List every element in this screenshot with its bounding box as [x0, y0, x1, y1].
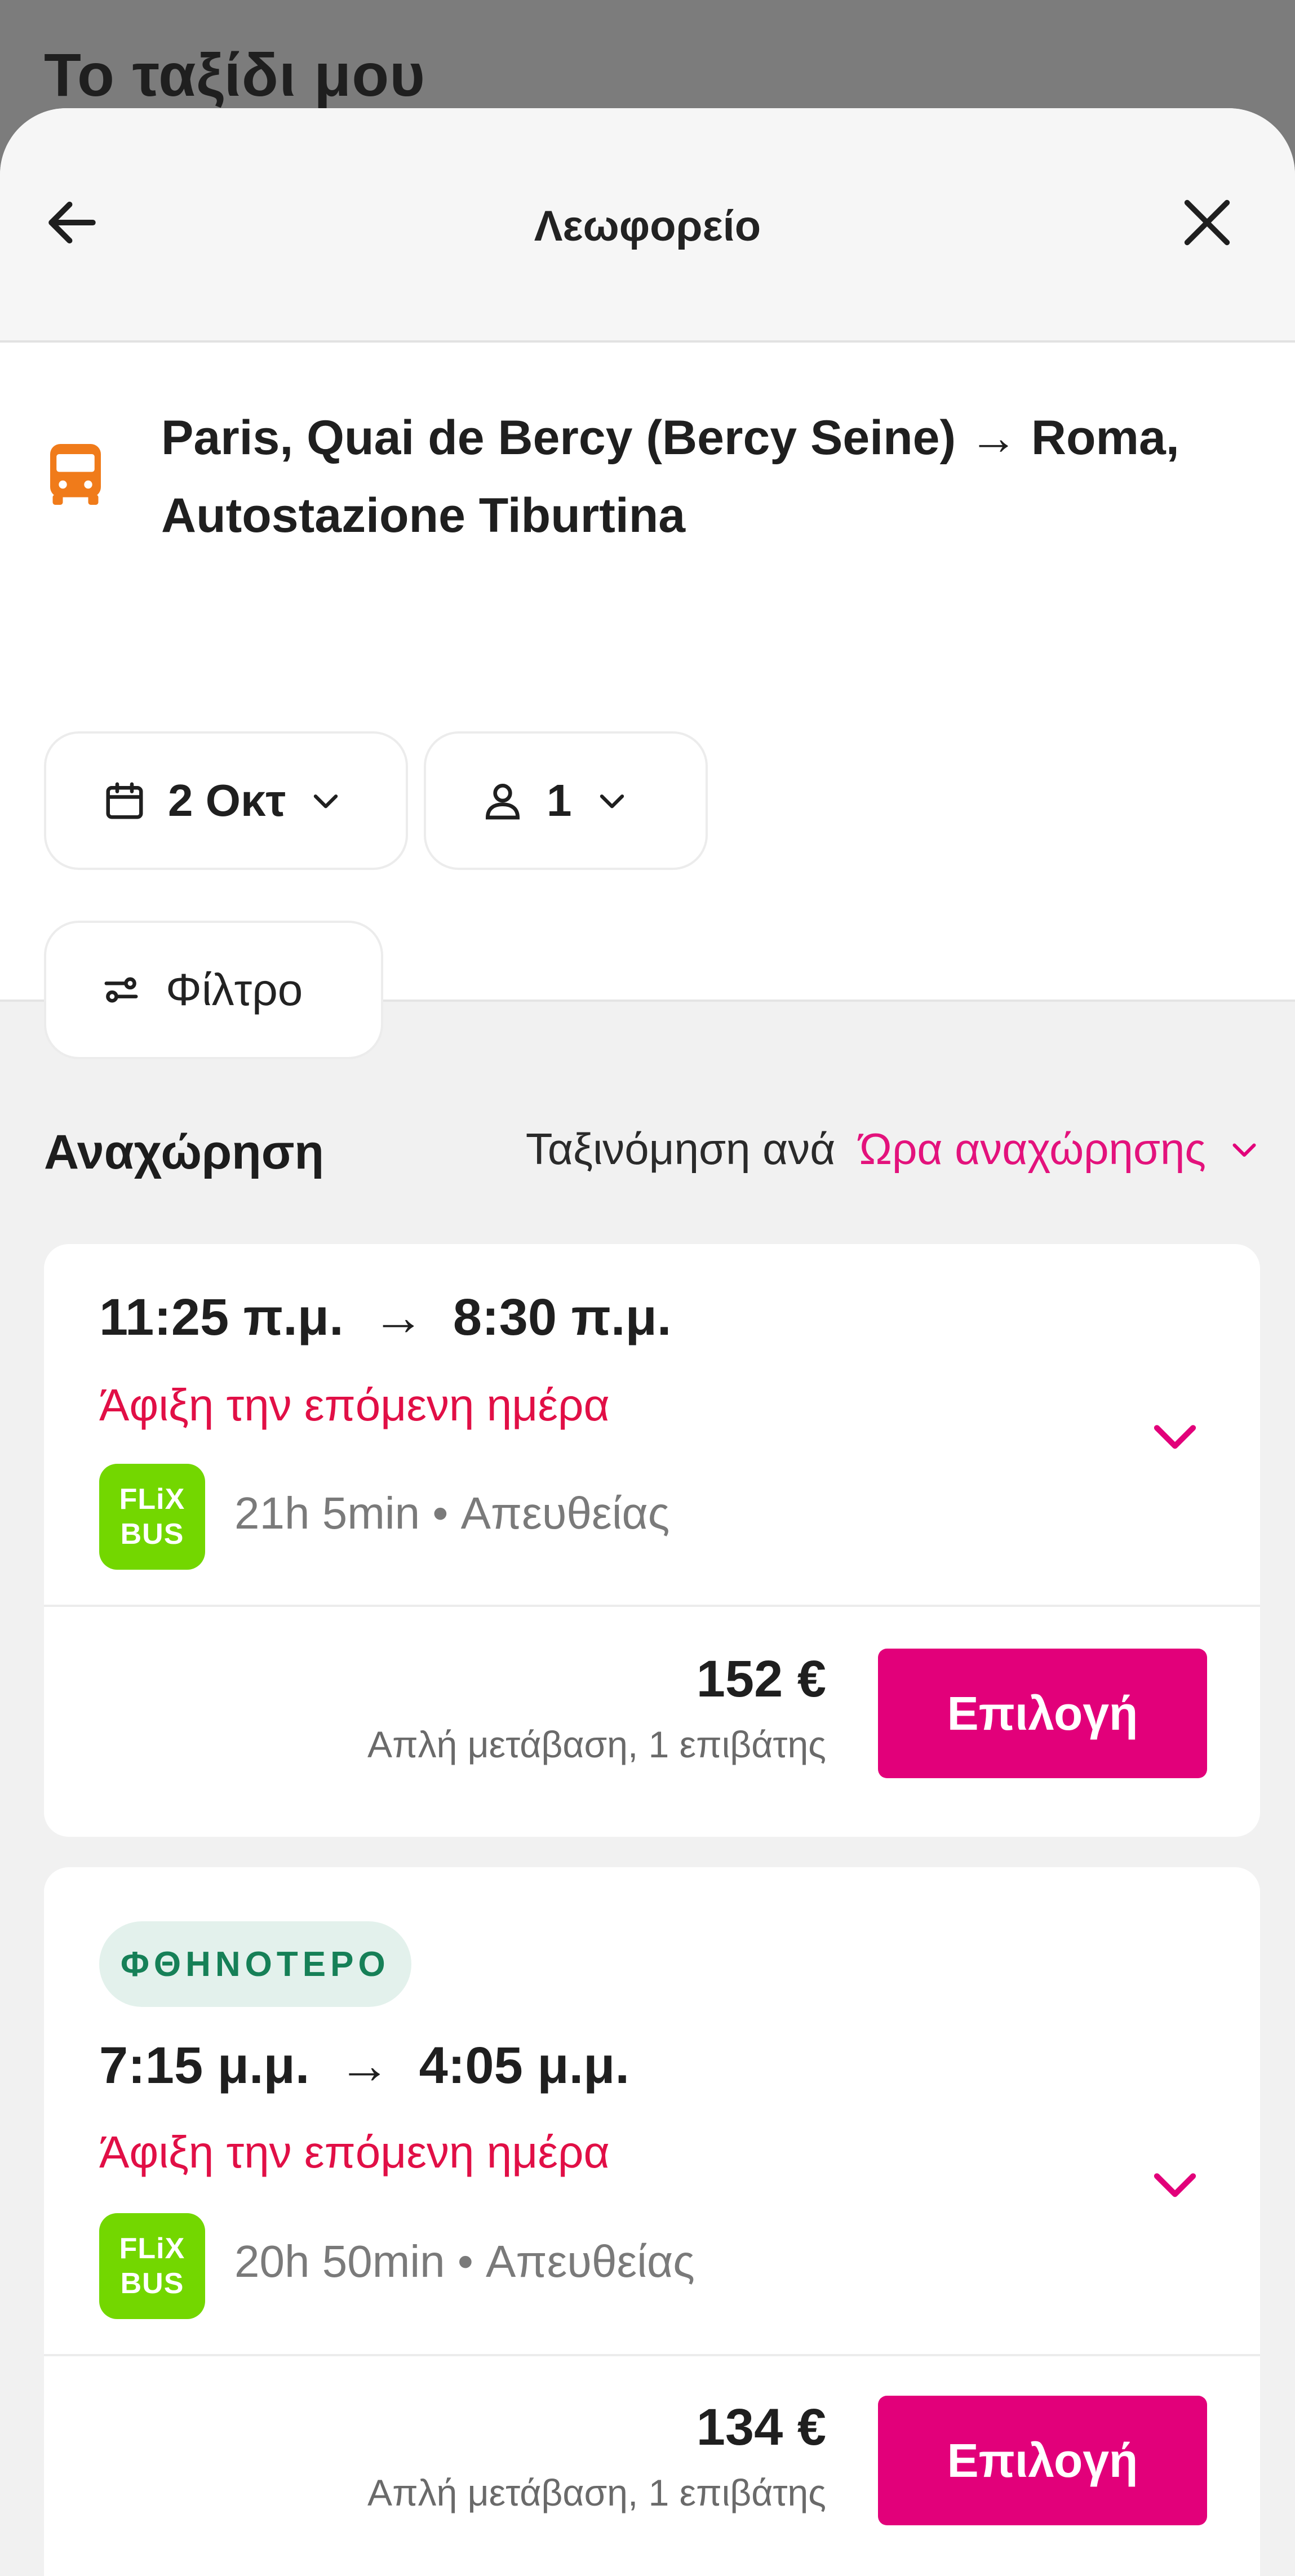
- filter-button[interactable]: Φίλτρο: [44, 921, 383, 1059]
- chevron-down-icon: [314, 794, 338, 809]
- trip-price: 152 €: [696, 1650, 826, 1708]
- cheapest-badge: ΦΘΗΝΟΤΕΡΟ: [99, 1921, 411, 2007]
- sort-value: Ώρα αναχώρησης: [859, 1124, 1206, 1174]
- chevron-down-icon: [1154, 2173, 1196, 2197]
- bus-results-sheet: Λεωφορείο Paris, Quai de Bercy (Bercy Se…: [0, 108, 1295, 2576]
- close-button[interactable]: [1174, 190, 1240, 255]
- chevron-down-icon: [600, 794, 624, 809]
- bus-icon: [50, 444, 101, 505]
- select-trip-button[interactable]: Επιλογή: [878, 2396, 1207, 2525]
- chevron-down-icon: [1232, 1143, 1256, 1157]
- calendar-icon: [106, 782, 143, 819]
- logo-line-1: FLiX: [119, 1483, 185, 1516]
- filter-label: Φίλτρο: [166, 965, 303, 1015]
- expand-trip-button[interactable]: [1138, 1407, 1212, 1464]
- trip-times: 11:25 π.μ. → 8:30 π.μ.: [99, 1289, 672, 1346]
- flixbus-logo: FLiX BUS: [99, 2213, 205, 2319]
- route-title: Paris, Quai de Bercy (Bercy Seine) → Rom…: [161, 411, 1179, 543]
- trip-card[interactable]: 11:25 π.μ. → 8:30 π.μ. Άφιξη την επόμενη…: [44, 1244, 1260, 1837]
- sort-prefix: Ταξινόμηση ανά: [525, 1124, 836, 1174]
- search-panel: Paris, Quai de Bercy (Bercy Seine) → Rom…: [0, 343, 1295, 1059]
- chevron-down-icon: [1154, 1425, 1196, 1449]
- logo-line-2: BUS: [120, 2267, 184, 2300]
- trip-duration: 20h 50min • Απευθείας: [234, 2236, 695, 2286]
- logo-line-1: FLiX: [119, 2232, 185, 2265]
- expand-trip-button[interactable]: [1138, 2156, 1212, 2212]
- backdrop-page-title: Το ταξίδι μου: [44, 41, 426, 109]
- date-selector[interactable]: 2 Οκτ: [44, 731, 408, 870]
- card-divider: [44, 2354, 1260, 2356]
- results-heading: Αναχώρηση: [44, 1125, 325, 1179]
- select-trip-button[interactable]: Επιλογή: [878, 1649, 1207, 1778]
- sheet-title: Λεωφορείο: [534, 202, 761, 250]
- passengers-selector[interactable]: 1: [424, 731, 708, 870]
- card-divider: [44, 1605, 1260, 1607]
- trip-price: 134 €: [696, 2399, 826, 2456]
- passengers-label: 1: [547, 775, 572, 825]
- trip-card[interactable]: ΦΘΗΝΟΤΕΡΟ 7:15 μ.μ. → 4:05 μ.μ. Άφιξη τη…: [44, 1867, 1260, 2576]
- price-note: Απλή μετάβαση, 1 επιβάτης: [367, 1724, 826, 1765]
- logo-line-2: BUS: [120, 1518, 184, 1551]
- flixbus-logo: FLiX BUS: [99, 1464, 205, 1570]
- close-icon: [1184, 199, 1230, 246]
- person-icon: [485, 784, 520, 820]
- price-note: Απλή μετάβαση, 1 επιβάτης: [367, 2472, 826, 2513]
- date-label: 2 Οκτ: [168, 775, 286, 825]
- trip-duration: 21h 5min • Απευθείας: [234, 1488, 670, 1538]
- arrival-note: Άφιξη την επόμενη ημέρα: [99, 1380, 610, 1430]
- filter-sliders-icon: [104, 977, 138, 1003]
- trip-times: 7:15 μ.μ. → 4:05 μ.μ.: [99, 2037, 630, 2094]
- results-header: Αναχώρηση Ταξινόμηση ανά Ώρα αναχώρησης: [44, 1114, 1261, 1182]
- arrival-note: Άφιξη την επόμενη ημέρα: [99, 2127, 610, 2177]
- sheet-header: Λεωφορείο: [0, 108, 1295, 343]
- sort-selector[interactable]: Ταξινόμηση ανά Ώρα αναχώρησης: [526, 1123, 1261, 1175]
